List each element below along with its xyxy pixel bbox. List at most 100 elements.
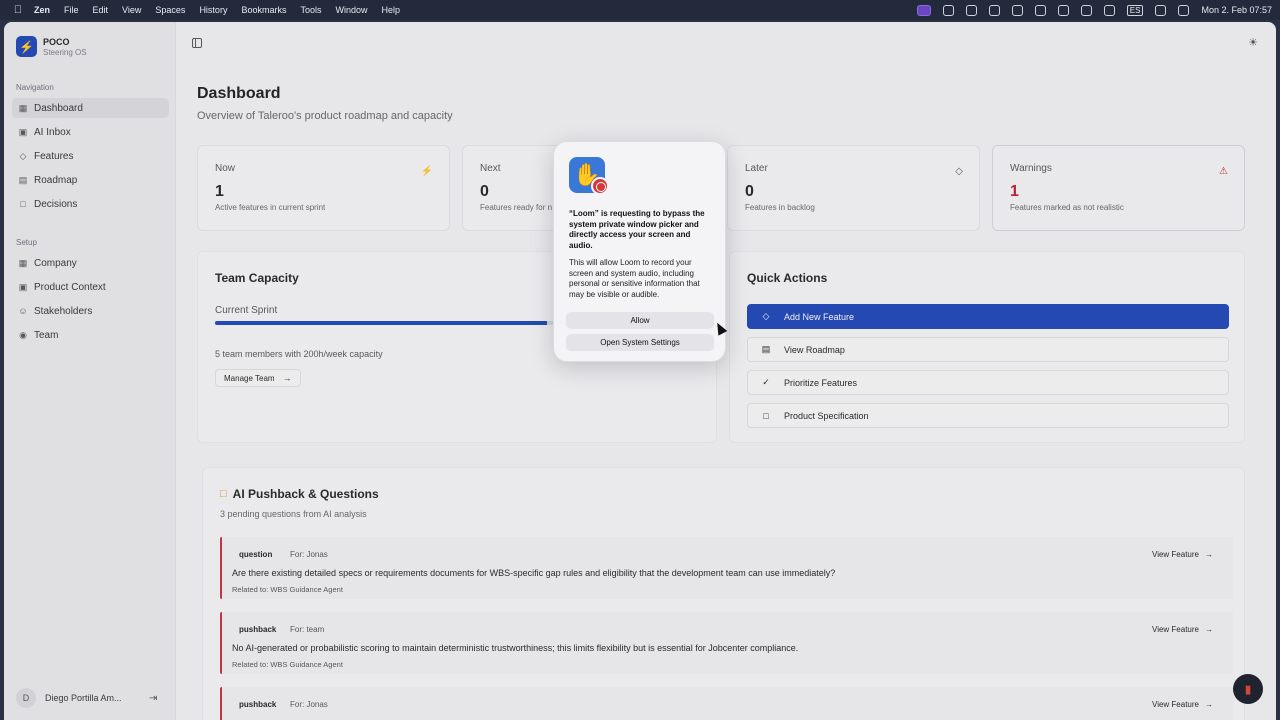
map-icon: ▤ [761,344,771,354]
menu-view[interactable]: View [122,5,141,15]
menu-help[interactable]: Help [382,5,401,15]
document-icon: □ [763,410,769,421]
open-system-settings-button[interactable]: Open System Settings [566,334,714,351]
layers-icon: ◇ [955,166,963,177]
stat-label: Now [215,163,236,174]
prioritize-features-button[interactable]: ✓ Prioritize Features [747,370,1229,395]
sidebar-item-team[interactable]: ◉ Team [12,325,169,345]
arrow-right-icon: → [1205,550,1213,559]
view-feature-link[interactable]: View Feature → [1152,700,1213,709]
apple-menu-icon[interactable]:  [12,4,24,16]
stat-label: Later [745,163,768,174]
box-icon: ▣ [18,282,28,292]
menu-tools[interactable]: Tools [300,5,321,15]
stat-label: Warnings [1010,163,1052,174]
sidebar-item-roadmap[interactable]: ▤ Roadmap [12,170,169,190]
menubar-tray: ES Mon 2. Feb 07:57 [916,0,1272,20]
stat-desc: Features marked as not realistic [1010,203,1124,212]
setup-section-label: Setup [16,238,37,247]
menu-history[interactable]: History [199,5,227,15]
quick-actions-panel: Quick Actions ◇ Add New Feature ▤ View R… [729,251,1245,443]
sidebar-item-dashboard[interactable]: ▦ Dashboard [12,98,169,118]
warning-triangle-icon: ⚠ [1219,166,1228,177]
prioritize-features-label: Prioritize Features [784,377,858,388]
manage-team-button[interactable]: Manage Team → [215,369,301,387]
app-menu[interactable]: Zen [34,5,50,15]
view-roadmap-button[interactable]: ▤ View Roadmap [747,337,1229,362]
team-icon: ◉ [19,330,27,340]
stat-desc: Features in backlog [745,203,815,212]
user-profile[interactable]: D Diego Portilla Am... ⇥ [16,688,166,708]
tray-app-icon[interactable] [988,4,1000,16]
arrow-right-icon: → [282,373,292,383]
item-related: Related to: WBS Guidance Agent [232,660,343,669]
menu-window[interactable]: Window [335,5,367,15]
nav-section-label: Navigation [16,83,54,92]
input-source-indicator[interactable]: ES [1126,4,1144,16]
tray-app-icon[interactable] [965,4,977,16]
layers-icon: ◇ [19,151,27,161]
check-circle-icon: ✓ [762,377,770,387]
building-icon: ▦ [18,258,28,268]
sun-icon[interactable]: ☀ [1248,36,1258,49]
product-specification-button[interactable]: □ Product Specification [747,403,1229,428]
user-name: Diego Portilla Am... [45,693,122,703]
brand[interactable]: ⚡ POCO Steering OS [16,36,87,57]
allow-button[interactable]: Allow [566,312,714,329]
sidebar-toggle-icon[interactable] [192,38,202,48]
view-feature-label: View Feature [1152,550,1199,559]
menu-file[interactable]: File [64,5,79,15]
inbox-icon: ▣ [18,127,28,137]
dialog-body: This will allow Loom to record your scre… [569,258,700,299]
stat-value: 0 [745,183,754,200]
tray-app-icon[interactable] [1057,4,1069,16]
stat-card-now: Now 1 Active features in current sprint … [197,145,450,231]
item-type: pushback [239,700,277,709]
stat-desc: Active features in current sprint [215,203,326,212]
wifi-icon[interactable] [1155,4,1167,16]
map-icon: ▤ [18,175,28,185]
app-logo-icon: ▮ [1244,683,1252,696]
menu-bookmarks[interactable]: Bookmarks [241,5,286,15]
list-item: pushback For: Jonas View Feature → [220,687,1233,720]
view-feature-link[interactable]: View Feature → [1152,550,1213,559]
record-badge-icon [591,177,609,195]
sidebar-item-label: Dashboard [34,102,83,114]
stat-value: 1 [1010,183,1019,200]
lightning-logo-icon: ⚡ [16,36,37,57]
tray-app-icon[interactable] [1034,4,1046,16]
menu-edit[interactable]: Edit [93,5,109,15]
sidebar-item-company[interactable]: ▦ Company [12,253,169,273]
page-subtitle: Overview of Taleroo's product roadmap an… [197,110,453,122]
menu-spaces[interactable]: Spaces [155,5,185,15]
ai-pushback-subtitle: 3 pending questions from AI analysis [220,509,367,519]
screen-recording-icon[interactable] [916,4,931,16]
sidebar-item-label: AI Inbox [34,126,71,138]
macos-menubar:  Zen File Edit View Spaces History Book… [0,0,1280,20]
sidebar-item-decisions[interactable]: □ Decisions [12,194,169,214]
sidebar-item-label: Features [34,150,74,162]
item-text: Are there existing detailed specs or req… [232,568,836,578]
app-window: ⚡ POCO Steering OS Navigation ▦ Dashboar… [4,22,1276,720]
tray-app-icon[interactable] [1011,4,1023,16]
add-new-feature-label: Add New Feature [784,311,855,322]
menubar-clock[interactable]: Mon 2. Feb 07:57 [1201,5,1272,15]
chat-icon: □ [220,488,227,500]
main-content: ☀ Dashboard Overview of Taleroo's produc… [176,22,1276,720]
view-feature-link[interactable]: View Feature → [1152,625,1213,634]
sidebar-item-ai-inbox[interactable]: ▣ AI Inbox [12,122,169,142]
logout-icon[interactable]: ⇥ [149,693,157,704]
add-new-feature-button[interactable]: ◇ Add New Feature [747,304,1229,329]
tray-app-icon[interactable] [942,4,954,16]
view-roadmap-label: View Roadmap [784,344,845,355]
manage-team-label: Manage Team [224,373,275,383]
floating-action-button[interactable]: ▮ [1233,674,1263,704]
battery-icon[interactable] [1103,4,1115,16]
sidebar-item-label: Team [34,329,59,341]
tray-app-icon[interactable] [1080,4,1092,16]
sidebar-item-features[interactable]: ◇ Features [12,146,169,166]
ai-pushback-title: □ AI Pushback & Questions [220,487,379,501]
sidebar-item-product-context[interactable]: ▣ Product Context [12,277,169,297]
sidebar-item-stakeholders[interactable]: ☺ Stakeholders [12,301,169,321]
control-center-icon[interactable] [1178,4,1190,16]
